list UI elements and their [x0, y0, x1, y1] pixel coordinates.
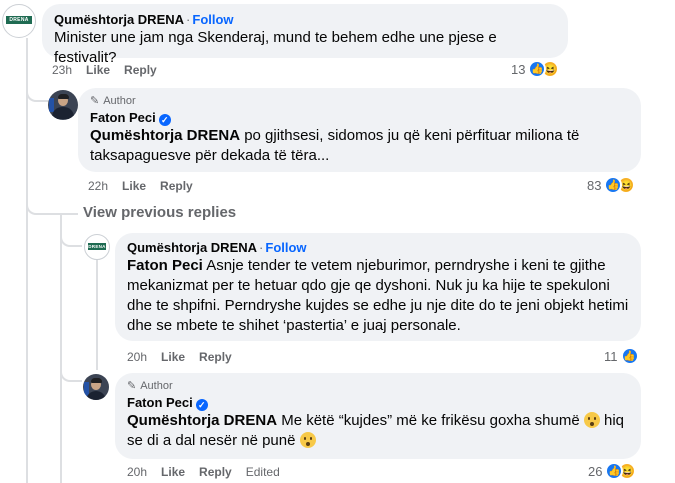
avatar[interactable]: DRENA [2, 4, 36, 38]
reply-button[interactable]: Reply [160, 179, 193, 193]
avatar[interactable]: DRENA [84, 234, 110, 260]
comment-actions: 20h Like Reply [127, 350, 232, 364]
like-button[interactable]: Like [161, 465, 185, 479]
like-button[interactable]: Like [122, 179, 146, 193]
follow-button[interactable]: Follow [265, 240, 306, 255]
thread-connector-4 [60, 360, 82, 382]
thread-connector-3 [60, 225, 82, 247]
thread-line-main [26, 38, 28, 483]
reaction-count: 11 [604, 348, 618, 364]
follow-button[interactable]: Follow [192, 12, 233, 27]
mention-link[interactable]: Faton Peci [127, 257, 203, 274]
reaction-summary[interactable]: 83 👍 😆 [587, 176, 636, 194]
comment-time[interactable]: 22h [88, 179, 108, 193]
reaction-count: 13 [511, 61, 526, 77]
avatar[interactable] [48, 90, 78, 120]
comment-bubble: Qumështorja DRENA · Follow Minister une ja… [42, 4, 568, 66]
edited-label[interactable]: Edited [246, 465, 280, 479]
reply-button[interactable]: Reply [124, 63, 157, 77]
like-button[interactable]: Like [161, 350, 185, 364]
drena-logo: DRENA [6, 16, 32, 24]
reaction-summary[interactable]: 11 👍 [604, 347, 639, 365]
comment-author[interactable]: Qumështorja DRENA [54, 12, 184, 27]
thread-connector-1 [26, 80, 50, 102]
comment-time[interactable]: 20h [127, 465, 147, 479]
comment-actions: 20h Like Reply Edited [127, 465, 280, 479]
avatar[interactable] [83, 374, 109, 400]
author-badge: ✎ Author [90, 95, 136, 107]
comment-text: Qumështorja DRENA po gjithsesi, sidomos … [90, 127, 580, 164]
comment-author[interactable]: Faton Peci [127, 395, 193, 410]
flushed-face-emoji-icon [583, 412, 600, 428]
mention-link[interactable]: Qumështorja DRENA [90, 127, 240, 144]
separator-dot: · [186, 12, 191, 27]
view-previous-replies-link[interactable]: View previous replies [83, 204, 236, 221]
reaction-summary[interactable]: 26 👍 😆 [588, 462, 637, 480]
separator-dot: · [259, 240, 264, 255]
reaction-summary[interactable]: 13 👍 😆 [511, 60, 560, 78]
comment-text: Faton Peci Asnje tender te vetem njeburi… [127, 257, 629, 334]
verified-icon: ✓ [158, 114, 171, 126]
pen-icon: ✎ [127, 380, 137, 392]
drena-logo: DRENA [88, 243, 106, 250]
comment-text: Qumështorja DRENA Me këtë “kujdes” më ke… [127, 412, 625, 449]
comment-bubble: Qumështorja DRENA · Follow Faton Peci Asnj… [115, 233, 641, 341]
sweat-face-emoji-icon [299, 432, 316, 448]
thread-line-nested [60, 215, 62, 483]
thread-connector-view-prev [26, 195, 78, 215]
reaction-count: 83 [587, 177, 602, 193]
verified-icon: ✓ [195, 399, 208, 411]
reply-button[interactable]: Reply [199, 350, 232, 364]
pen-icon: ✎ [90, 95, 100, 107]
comment-time[interactable]: 23h [52, 63, 72, 77]
comment-bubble: ✎ Author Faton Peci ✓ Qumështorja DRENA Me… [115, 373, 641, 459]
author-badge: ✎ Author [127, 380, 173, 392]
comment-text: Minister une jam nga Skenderaj, mund te … [54, 29, 497, 66]
thread-line-nested-2 [96, 258, 98, 370]
like-reaction-icon: 👍 [620, 347, 639, 365]
comment-time[interactable]: 20h [127, 350, 147, 364]
reply-button[interactable]: Reply [199, 465, 232, 479]
comment-author[interactable]: Faton Peci [90, 110, 156, 125]
mention-link[interactable]: Qumështorja DRENA [127, 412, 277, 429]
comment-actions: 22h Like Reply [88, 179, 193, 193]
comment-author[interactable]: Qumështorja DRENA [127, 240, 257, 255]
comment-bubble: ✎ Author Faton Peci ✓ Qumështorja DRENA po… [78, 88, 641, 172]
comment-actions: 23h Like Reply [52, 63, 157, 77]
reaction-count: 26 [588, 463, 603, 479]
like-button[interactable]: Like [86, 63, 110, 77]
